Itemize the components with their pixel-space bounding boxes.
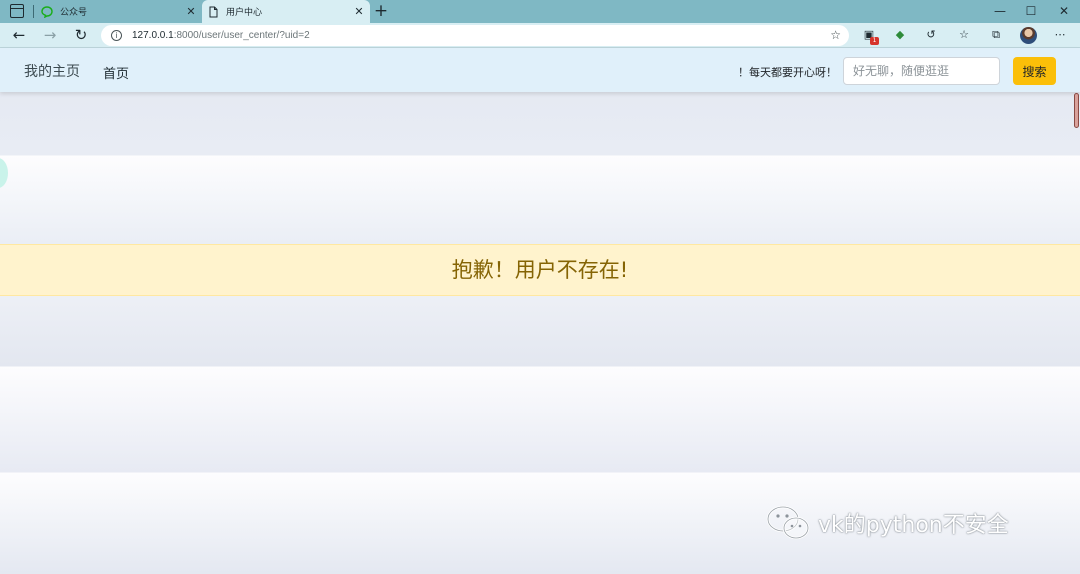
error-alert: 抱歉！用户不存在! xyxy=(0,244,1080,296)
close-icon[interactable]: ✕ xyxy=(184,5,198,18)
wechat-pay-icon xyxy=(41,5,53,18)
site-brand[interactable]: 我的主页 xyxy=(24,61,80,81)
search-input[interactable] xyxy=(843,57,1000,85)
page-content: 我的主页 首页 ！每天都要开心呀！ 搜索 抱歉！用户不存在! vk的python… xyxy=(0,48,1080,574)
watermark-text: vk的python不安全 xyxy=(818,513,1009,538)
add-favorite-icon[interactable]: ☆ xyxy=(830,28,841,42)
maximize-icon[interactable]: ☐ xyxy=(1021,2,1041,20)
close-window-icon[interactable]: ✕ xyxy=(1054,2,1074,20)
wechat-logo-icon xyxy=(766,505,810,540)
address-bar[interactable]: i 127.0.0.1:8000/user/user_center/?uid=2… xyxy=(101,25,849,46)
back-icon[interactable]: ← xyxy=(10,26,28,44)
url-host: 127.0.0.1 xyxy=(132,30,174,41)
tab-title: 用户中心 xyxy=(226,8,263,18)
url-path: :8000/user/user_center/?uid=2 xyxy=(173,30,310,41)
search-button[interactable]: 搜索 xyxy=(1013,57,1056,85)
site-info-icon[interactable]: i xyxy=(111,30,122,41)
watermark: vk的python不安全 xyxy=(764,503,1009,543)
collections-icon[interactable]: ⧉ xyxy=(989,28,1003,42)
alert-message: 抱歉！用户不存在! xyxy=(451,258,629,282)
page-icon xyxy=(209,6,218,17)
new-tab-icon[interactable]: + xyxy=(372,1,390,21)
refresh-icon[interactable]: ↻ xyxy=(72,26,90,44)
site-navbar: 我的主页 首页 ！每天都要开心呀！ 搜索 xyxy=(0,48,1080,92)
tab-title: 公众号 xyxy=(60,8,88,18)
favorites-icon[interactable]: ☆ xyxy=(957,28,971,42)
extension-leaf-icon[interactable]: ◆ xyxy=(893,28,907,42)
tab-user-center[interactable]: 用户中心 ✕ xyxy=(202,0,370,23)
tab-actions-icon[interactable] xyxy=(10,4,24,18)
profile-avatar[interactable] xyxy=(1020,27,1037,44)
more-icon[interactable]: ⋯ xyxy=(1053,28,1067,42)
tab-separator xyxy=(33,5,34,18)
browser-toolbar: ← → ↻ i 127.0.0.1:8000/user/user_center/… xyxy=(0,23,1080,48)
extension-refresh-icon[interactable]: ↺ xyxy=(924,28,938,42)
close-icon[interactable]: ✕ xyxy=(352,5,366,18)
extension-badge: 1 xyxy=(870,37,879,45)
forward-icon[interactable]: → xyxy=(41,26,59,44)
tab-wechat[interactable]: 公众号 ✕ xyxy=(36,0,202,23)
minimize-icon[interactable]: — xyxy=(990,2,1010,20)
floating-side-tab[interactable] xyxy=(0,158,8,188)
browser-tab-bar: 公众号 ✕ 用户中心 ✕ + — ☐ ✕ xyxy=(0,0,1080,23)
scrollbar-thumb[interactable] xyxy=(1074,93,1079,128)
scrollbar[interactable] xyxy=(1073,92,1080,574)
nav-home-link[interactable]: 首页 xyxy=(103,63,129,82)
motto-text: ！每天都要开心呀！ xyxy=(738,66,837,79)
